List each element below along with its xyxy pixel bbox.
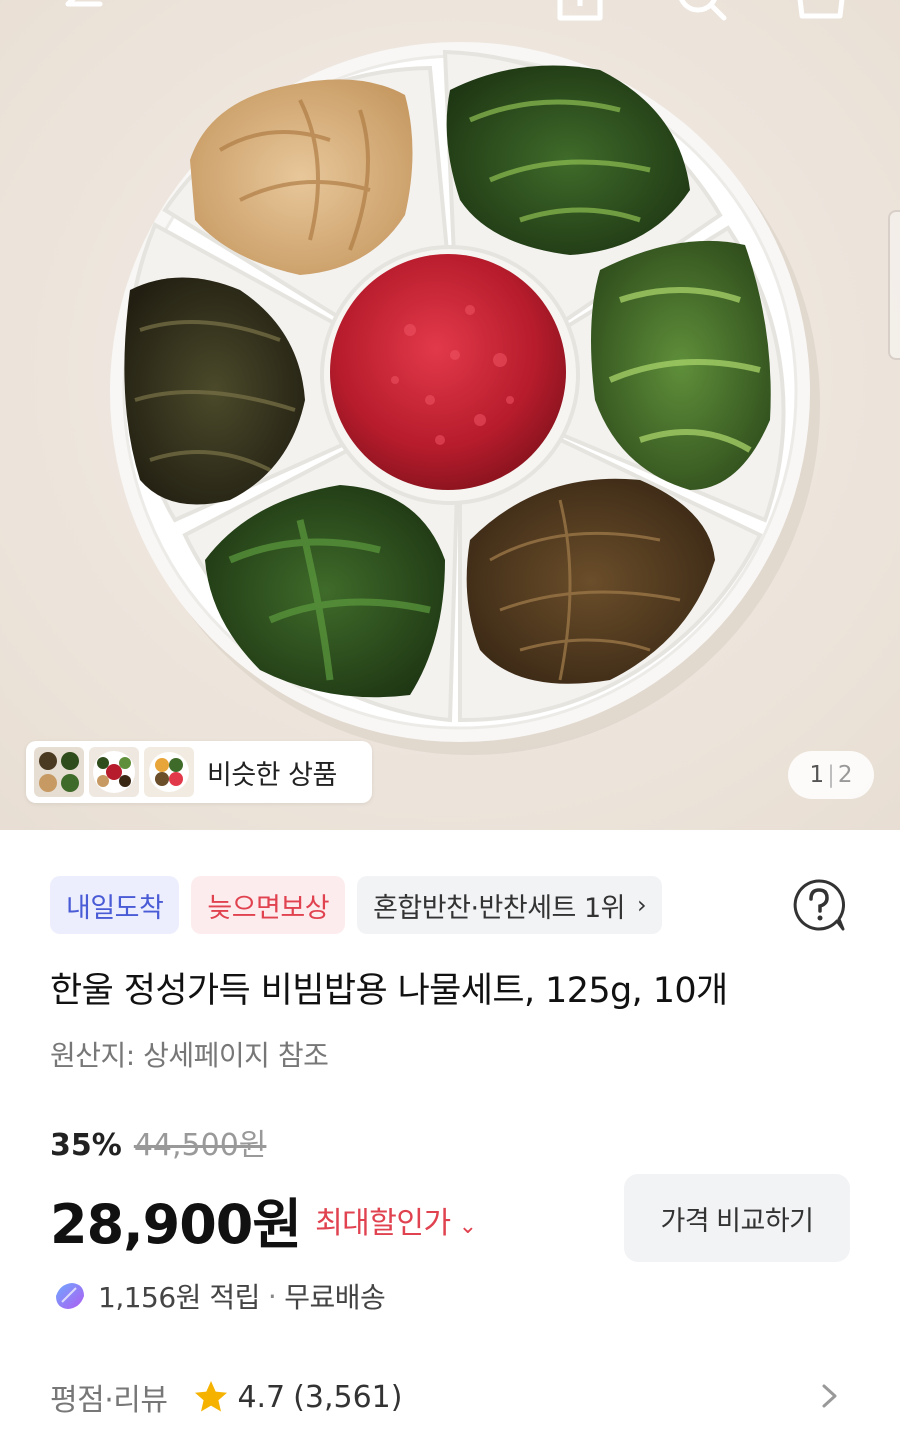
discount-row: 35% 44,500원 [50, 1120, 266, 1164]
origin-info: 원산지: 상세페이지 참조 [50, 1039, 329, 1072]
max-discount-label: 최대할인가 [315, 1205, 451, 1241]
max-discount-toggle[interactable]: 최대할인가 ⌄ [315, 1198, 477, 1242]
back-arrow-icon[interactable] [50, 0, 110, 22]
late-compensation-badge: 늦으면보상 [191, 876, 346, 934]
similar-thumbnail [89, 747, 139, 797]
similar-products-button[interactable]: 비슷한 상품 [26, 741, 372, 803]
price-row: 28,900원 최대할인가 ⌄ [50, 1180, 477, 1259]
category-ranking-label: 혼합반찬·반찬세트 1위 [373, 892, 625, 924]
pager-total: 2 [837, 762, 853, 788]
badge-row: 내일도착 늦으면보상 혼합반찬·반찬세트 1위 › [50, 876, 663, 934]
delivery-badge: 내일도착 [50, 876, 180, 934]
image-pager: 1 | 2 [788, 751, 874, 799]
product-title: 한울 정성가득 비빔밥용 나물세트, 125g, 10개 [50, 971, 728, 1011]
rating-review-row[interactable]: 평점·리뷰 4.7 (3,561) [50, 1372, 850, 1422]
separator-dot: · [267, 1279, 277, 1313]
points-text: 1,156원 적립 [98, 1281, 260, 1314]
shipping-text: 무료배송 [284, 1281, 386, 1314]
search-icon[interactable] [672, 0, 732, 22]
benefits-row: 1,156원 적립 · 무료배송 [52, 1276, 386, 1316]
rating-label: 평점·리뷰 [50, 1383, 168, 1418]
price-compare-button[interactable]: 가격 비교하기 [624, 1174, 850, 1262]
original-price: 44,500원 [133, 1128, 267, 1163]
rating-score: 4.7 [237, 1379, 286, 1415]
side-scroll-handle[interactable] [888, 210, 900, 360]
product-image-gallery[interactable]: 비슷한 상품 1 | 2 [0, 0, 900, 830]
sale-price: 28,900원 [50, 1193, 302, 1256]
cart-icon[interactable] [790, 0, 850, 22]
chevron-right-icon [822, 1384, 837, 1408]
category-ranking-badge[interactable]: 혼합반찬·반찬세트 1위 › [357, 876, 663, 934]
pager-current: 1 [809, 762, 825, 788]
review-count: (3,561) [293, 1379, 403, 1415]
similar-products-label: 비슷한 상품 [207, 759, 337, 791]
chevron-right-icon: › [636, 891, 647, 919]
chevron-down-icon: ⌄ [458, 1213, 477, 1239]
star-icon [195, 1381, 228, 1412]
discount-rate: 35% [50, 1128, 122, 1163]
pager-separator: | [827, 762, 835, 788]
product-photo [0, 0, 900, 830]
points-icon [56, 1283, 84, 1309]
share-icon[interactable] [550, 0, 610, 22]
help-icon[interactable] [789, 875, 849, 935]
similar-thumbnail [34, 747, 84, 797]
similar-thumbnail [144, 747, 194, 797]
